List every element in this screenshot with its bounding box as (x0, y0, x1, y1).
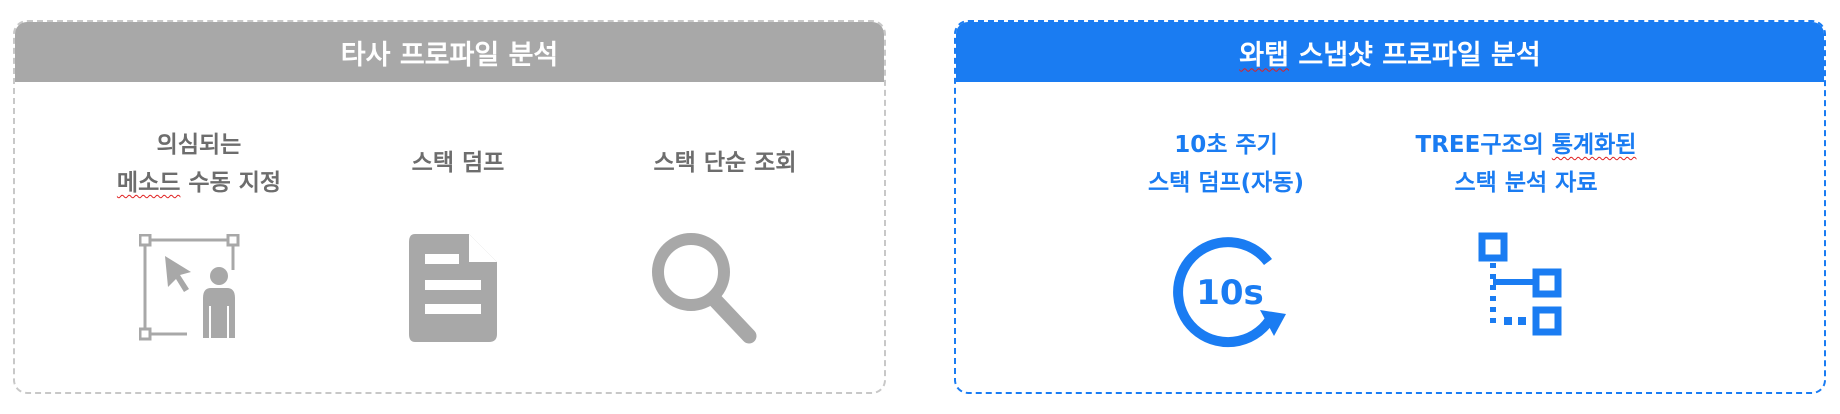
tree-structure-icon (1478, 232, 1562, 336)
manual-method-label-word: 메소드 (116, 170, 181, 196)
auto-dump-item: 10초 주기 스택 덤프(자동) (1116, 126, 1336, 202)
stack-lookup-label: 스택 단순 조회 (653, 150, 797, 176)
stack-dump-label: 스택 덤프 (411, 150, 505, 176)
whatap-profile-panel: 와탭 스냅샷 프로파일 분석 10초 주기 스택 덤프(자동) 10s TREE… (954, 20, 1826, 394)
tree-stats-label-a: TREE구조의 (1415, 132, 1552, 158)
manual-method-item: 의심되는 메소드 수동 지정 (89, 126, 309, 202)
competitor-profile-panel: 타사 프로파일 분석 의심되는 메소드 수동 지정 스택 덤프 스택 단순 조회 (13, 20, 886, 394)
manual-method-label-line2: 메소드 수동 지정 (89, 164, 309, 202)
auto-dump-label-line2: 스택 덤프(자동) (1148, 170, 1304, 196)
timer-10s-text: 10s (1196, 273, 1264, 313)
manual-method-label-rest: 수동 지정 (180, 170, 282, 196)
auto-dump-label-line1: 10초 주기 (1174, 132, 1278, 158)
whatap-panel-title-rest: 스냅샷 프로파일 분석 (1288, 39, 1541, 71)
search-icon (652, 233, 757, 344)
tree-stats-label-line2: 스택 분석 자료 (1454, 170, 1598, 196)
stack-dump-item: 스택 덤프 (358, 144, 558, 182)
tree-stats-item: TREE구조의 통계화된 스택 분석 자료 (1376, 126, 1676, 202)
manual-select-icon (139, 234, 240, 341)
whatap-panel-header: 와탭 스냅샷 프로파일 분석 (956, 22, 1824, 82)
competitor-panel-header: 타사 프로파일 분석 (15, 22, 884, 82)
document-icon (409, 234, 497, 342)
stack-lookup-item: 스택 단순 조회 (615, 144, 835, 182)
whatap-panel-title-brand: 와탭 (1239, 39, 1289, 71)
tree-stats-label-b: 통계화된 (1551, 132, 1637, 158)
competitor-panel-title: 타사 프로파일 분석 (340, 39, 559, 71)
timer-10s-icon: 10s (1173, 237, 1286, 348)
tree-stats-label-line1: TREE구조의 통계화된 (1376, 126, 1676, 164)
manual-method-label-line1: 의심되는 (156, 132, 242, 158)
whatap-panel-title: 와탭 스냅샷 프로파일 분석 (1239, 33, 1540, 72)
